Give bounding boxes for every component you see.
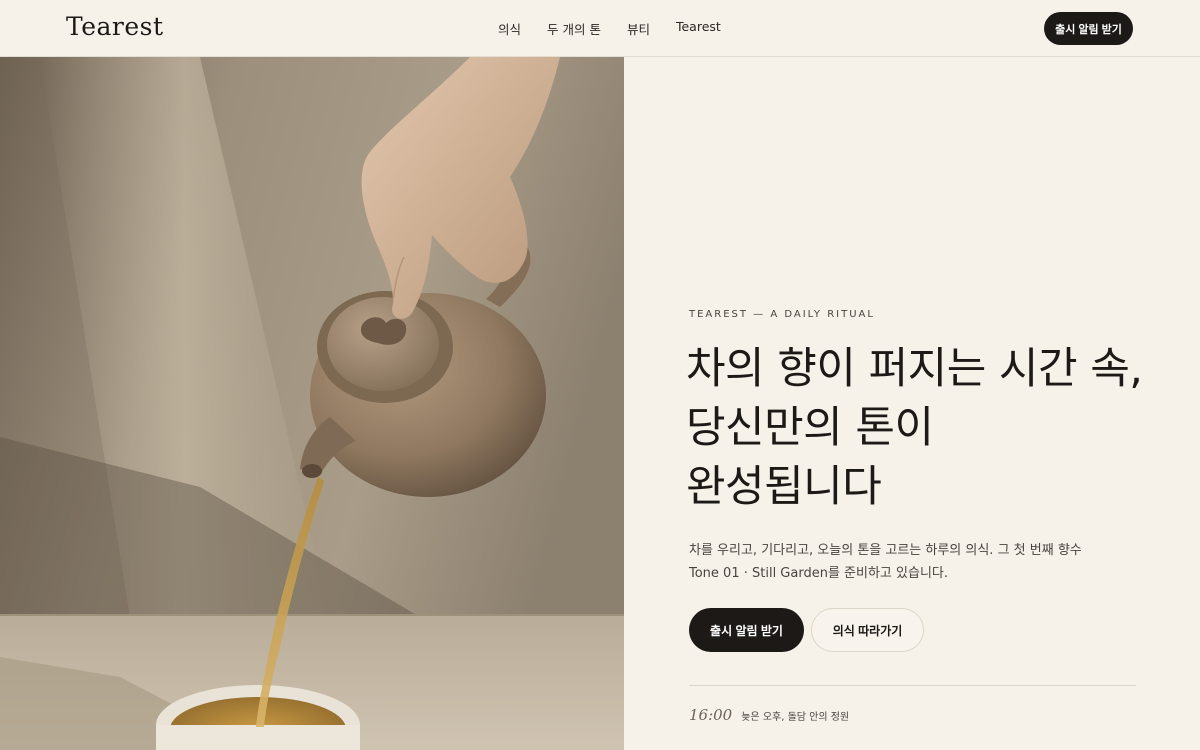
headline-line-2: 당신만의 톤이 bbox=[686, 403, 934, 453]
time-caption: 늦은 오후, 돌담 안의 정원 bbox=[741, 712, 850, 723]
time-label: 16:00 bbox=[689, 706, 733, 724]
brand-logo[interactable]: Tearest bbox=[66, 12, 164, 41]
headline-line-1: 차의 향이 퍼지는 시간 속, bbox=[686, 344, 1143, 394]
hero-image bbox=[0, 57, 624, 750]
divider bbox=[689, 685, 1136, 686]
nav-item-two-tones[interactable]: 두 개의 톤 bbox=[547, 19, 601, 38]
main-nav: 의식 두 개의 톤 뷰티 Tearest bbox=[498, 19, 721, 38]
nav-item-tearest[interactable]: Tearest bbox=[676, 19, 721, 38]
nav-item-beauty[interactable]: 뷰티 bbox=[627, 19, 650, 38]
hero-headline: 차의 향이 퍼지는 시간 속, 당신만의 톤이 완성됩니다 bbox=[686, 340, 1166, 517]
time-note: 16:00 늦은 오후, 돌담 안의 정원 bbox=[689, 706, 849, 724]
header-notify-button[interactable]: 출시 알림 받기 bbox=[1044, 12, 1133, 45]
site-header: Tearest 의식 두 개의 톤 뷰티 Tearest 출시 알림 받기 bbox=[0, 0, 1200, 57]
nav-item-ritual[interactable]: 의식 bbox=[498, 19, 521, 38]
eyebrow-label: TEAREST — A DAILY RITUAL bbox=[689, 309, 875, 320]
headline-line-3: 완성됩니다 bbox=[686, 462, 882, 512]
hero-description: 차를 우리고, 기다리고, 오늘의 톤을 고르는 하루의 의식. 그 첫 번째 … bbox=[689, 543, 1082, 581]
teapot-pouring-illustration bbox=[0, 57, 624, 750]
follow-ritual-button[interactable]: 의식 따라가기 bbox=[811, 608, 924, 652]
notify-button[interactable]: 출시 알림 받기 bbox=[689, 608, 804, 652]
